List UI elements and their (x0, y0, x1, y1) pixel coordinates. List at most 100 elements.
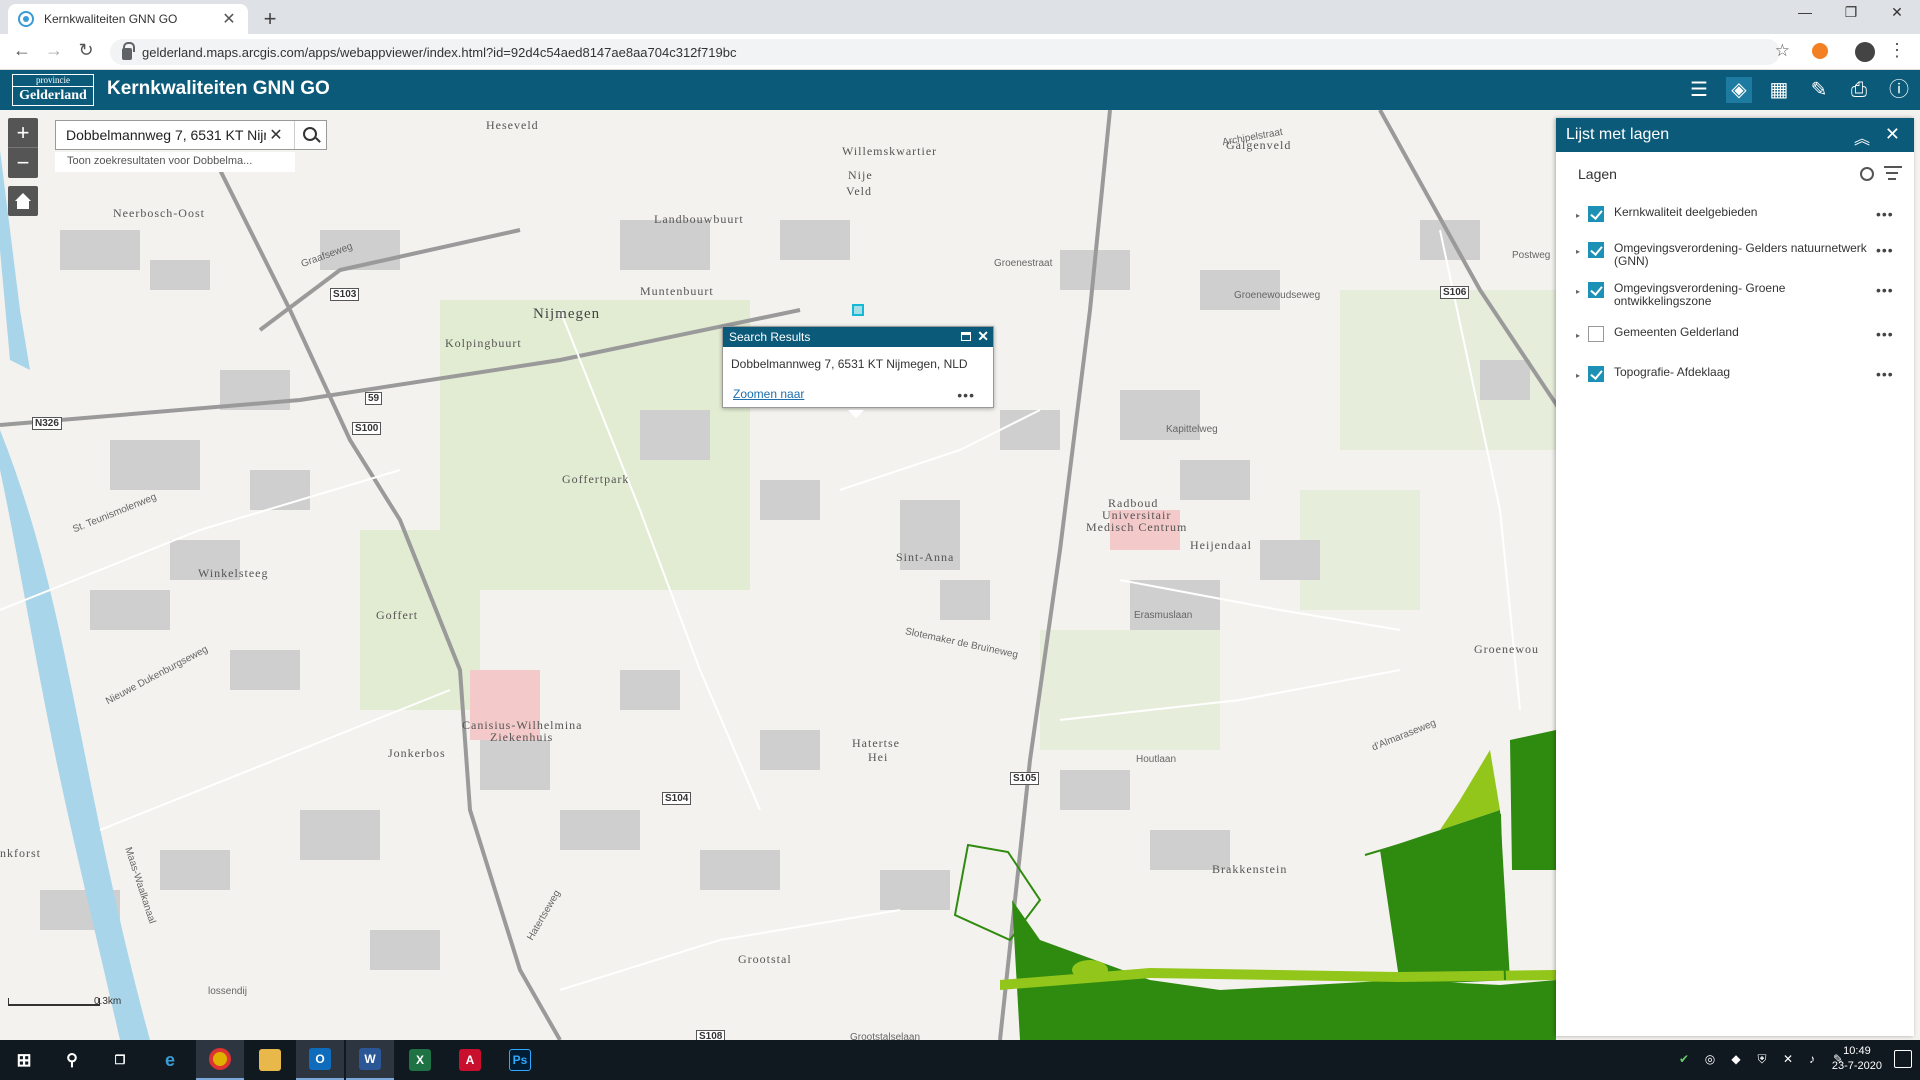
expand-caret-icon[interactable]: ▸ (1576, 211, 1584, 220)
layer-name: Gemeenten Gelderland (1614, 325, 1739, 339)
maas-waal-canal (0, 430, 150, 1040)
search-taskbar-button[interactable]: ⚲ (48, 1040, 96, 1080)
tray-shield-icon[interactable]: ⛨ (1754, 1052, 1770, 1068)
extension-icon[interactable] (1812, 43, 1828, 59)
search-suggestion[interactable]: Toon zoekresultaten voor Dobbelma... (55, 152, 295, 172)
layer-more-icon[interactable]: ••• (1876, 366, 1894, 382)
layer-item[interactable]: ▸ Omgevingsverordening- Gelders natuurne… (1576, 242, 1906, 268)
home-button[interactable] (8, 186, 38, 216)
browser-menu-icon[interactable]: ⋮ (1888, 40, 1906, 61)
clock-time: 10:49 (1843, 1045, 1871, 1057)
popup-maximize-icon[interactable] (961, 332, 971, 341)
word-app[interactable]: W (346, 1040, 394, 1080)
layer-item[interactable]: ▸ Gemeenten Gelderland ••• (1576, 326, 1906, 342)
clock-date: 23-7-2020 (1831, 1060, 1882, 1072)
volume-icon[interactable]: ♪ (1804, 1052, 1820, 1068)
profile-avatar-icon[interactable] (1855, 42, 1875, 62)
minimize-button[interactable]: — (1782, 4, 1828, 20)
forward-button[interactable]: → (42, 40, 66, 61)
expand-caret-icon[interactable]: ▸ (1576, 371, 1584, 380)
reload-button[interactable]: ↻ (74, 40, 98, 61)
collapse-icon[interactable]: ︽ (1854, 125, 1870, 149)
legend-list-icon[interactable]: ☰ (1686, 77, 1712, 103)
tab-close-icon[interactable]: ✕ (220, 9, 238, 29)
measure-ruler-icon[interactable]: ✎ (1806, 77, 1832, 103)
popup-more-icon[interactable]: ••• (957, 387, 975, 403)
map-label: Willemskwartier (842, 144, 938, 158)
search-input[interactable] (56, 127, 266, 143)
browser-tabstrip: Kernkwaliteiten GNN GO ✕ + — ❐ ✕ (0, 0, 1920, 34)
search-clear-icon[interactable]: ✕ (266, 125, 286, 145)
canal-north (0, 150, 30, 370)
street-label: lossendij (208, 986, 247, 997)
search-widget: ✕ (55, 120, 327, 150)
print-icon[interactable]: ⎙ (1846, 77, 1872, 103)
layer-options-icon[interactable] (1884, 166, 1902, 182)
restore-button[interactable]: ❐ (1828, 4, 1874, 21)
info-icon[interactable]: ⓘ (1886, 77, 1912, 103)
layer-checkbox[interactable] (1588, 282, 1604, 298)
panel-close-icon[interactable]: ✕ (1885, 124, 1900, 145)
address-bar[interactable]: gelderland.maps.arcgis.com/apps/webappvi… (110, 39, 1780, 65)
layer-more-icon[interactable]: ••• (1876, 206, 1894, 222)
gelderland-logo: provincie Gelderland (12, 74, 94, 106)
tray-sync-icon[interactable]: ◎ (1702, 1052, 1718, 1068)
task-view-button[interactable]: ❐ (96, 1040, 144, 1080)
road-shield: N326 (32, 417, 62, 430)
basemap-grid-icon[interactable]: ▦ (1766, 77, 1792, 103)
tray-check-icon[interactable]: ✔ (1676, 1052, 1692, 1068)
outlook-app[interactable]: O (296, 1040, 344, 1080)
popup-pointer (848, 410, 864, 418)
logo-line2: Gelderland (19, 88, 87, 103)
zoom-out-button[interactable]: − (8, 148, 38, 178)
tab-title: Kernkwaliteiten GNN GO (44, 12, 178, 26)
street-label: Erasmuslaan (1134, 610, 1193, 621)
layer-more-icon[interactable]: ••• (1876, 326, 1894, 342)
popup-address: Dobbelmannweg 7, 6531 KT Nijmegen, NLD (731, 357, 968, 371)
popup-close-icon[interactable]: ✕ (977, 328, 989, 345)
layer-item[interactable]: ▸ Kernkwaliteit deelgebieden ••• (1576, 206, 1906, 222)
tray-x-icon[interactable]: ✕ (1780, 1052, 1796, 1068)
close-window-button[interactable]: ✕ (1874, 4, 1920, 21)
notification-icon[interactable] (1894, 1050, 1912, 1068)
layer-checkbox[interactable] (1588, 242, 1604, 258)
browser-tab[interactable]: Kernkwaliteiten GNN GO ✕ (8, 4, 248, 34)
layer-more-icon[interactable]: ••• (1876, 282, 1894, 298)
layer-more-icon[interactable]: ••• (1876, 242, 1894, 258)
new-tab-button[interactable]: + (258, 6, 282, 32)
map-label: Ziekenhuis (490, 730, 554, 744)
excel-app[interactable]: X (396, 1040, 444, 1080)
bookmark-star-icon[interactable]: ☆ (1775, 41, 1790, 61)
expand-caret-icon[interactable]: ▸ (1576, 287, 1584, 296)
acrobat-app[interactable]: A (446, 1040, 494, 1080)
back-button[interactable]: ← (10, 40, 34, 61)
start-button[interactable]: ⊞ (0, 1040, 48, 1080)
excel-icon: X (409, 1049, 431, 1071)
zoom-to-link[interactable]: Zoomen naar (733, 387, 804, 401)
layer-item[interactable]: ▸ Topografie- Afdeklaag ••• (1576, 366, 1906, 382)
expand-caret-icon[interactable]: ▸ (1576, 331, 1584, 340)
map-label: Grootstal (738, 952, 792, 966)
scale-text: 0.3km (94, 996, 122, 1007)
explorer-app[interactable] (246, 1040, 294, 1080)
search-button[interactable] (294, 121, 326, 149)
map-label: nkforst (0, 846, 41, 860)
expand-caret-icon[interactable]: ▸ (1576, 247, 1584, 256)
tray-dropbox-icon[interactable]: ◆ (1728, 1052, 1744, 1068)
edge-app[interactable]: e (146, 1040, 194, 1080)
layers-icon[interactable]: ◈ (1726, 77, 1752, 103)
layer-item[interactable]: ▸ Omgevingsverordening- Groene ontwikkel… (1576, 282, 1906, 308)
zoom-in-button[interactable]: + (8, 118, 38, 148)
layer-checkbox[interactable] (1588, 366, 1604, 382)
app-header: provincie Gelderland Kernkwaliteiten GNN… (0, 70, 1920, 110)
taskbar: ⊞ ⚲ ❐ e O W X A Ps ✔ ◎ ◆ ⛨ ✕ ♪ ✎ 10:49 2… (0, 1040, 1920, 1080)
map-label: Brakkenstein (1212, 862, 1288, 876)
photoshop-app[interactable]: Ps (496, 1040, 544, 1080)
search-result-marker-icon[interactable] (852, 304, 864, 316)
layer-checkbox[interactable] (1588, 326, 1604, 342)
layer-search-icon[interactable] (1860, 167, 1874, 181)
chrome-app[interactable] (196, 1040, 244, 1080)
system-clock[interactable]: 10:49 23-7-2020 (1832, 1044, 1882, 1074)
gnn-area (1380, 810, 1510, 985)
layer-checkbox[interactable] (1588, 206, 1604, 222)
